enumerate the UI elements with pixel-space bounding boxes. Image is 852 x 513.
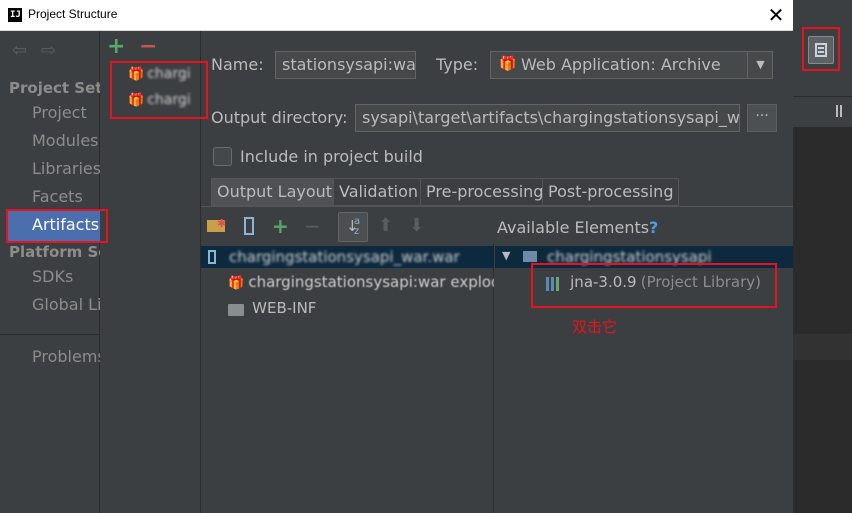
tree-root-label: chargingstationsysapi_war.war [229, 248, 460, 266]
back-arrow-icon[interactable]: ⇦ [12, 40, 27, 61]
create-directory-icon[interactable]: ✱ [207, 217, 227, 233]
annotation-box-library [531, 263, 777, 308]
nav-item-global-libraries[interactable]: Global Li [32, 295, 100, 314]
tab-validation[interactable]: Validation [333, 178, 425, 206]
window-titlebar [0, 0, 793, 31]
name-label: Name: [211, 55, 264, 74]
chevron-down-icon[interactable]: ▼ [747, 51, 773, 79]
nav-item-project[interactable]: Project [32, 103, 100, 122]
window-title: Project Structure [28, 7, 118, 21]
nav-item-modules[interactable]: Modules [32, 131, 100, 150]
annotation-box-toolbar-icon [802, 27, 840, 71]
nav-item-problems[interactable]: Problems [32, 347, 100, 366]
intellij-logo-icon: IJ [8, 8, 22, 22]
nav-item-libraries[interactable]: Libraries [32, 159, 100, 178]
output-directory-field[interactable]: sysapi\target\artifacts\chargingstations… [355, 104, 740, 132]
move-up-icon[interactable]: ⬆ [378, 215, 393, 236]
include-in-build-label: Include in project build [240, 147, 423, 166]
annotation-box-artifacts-nav [6, 209, 108, 243]
tab-pre-processing[interactable]: Pre-processing [420, 178, 550, 206]
sort-elements-icon[interactable]: ↓ az [338, 212, 368, 242]
archive-icon [208, 250, 216, 264]
output-directory-label: Output directory: [211, 108, 348, 127]
tree-item-exploded-label: chargingstationsysapi:war exploded [248, 273, 494, 291]
tab-post-processing[interactable]: Post-processing [542, 178, 680, 206]
name-field[interactable]: stationsysapi:war [275, 51, 416, 79]
nav-item-facets[interactable]: Facets [32, 187, 100, 206]
background-editor-highlight [793, 334, 852, 360]
move-down-icon[interactable]: ⬇ [409, 215, 424, 236]
forward-arrow-icon[interactable]: ⇨ [41, 40, 56, 61]
nav-item-sdks[interactable]: SDKs [32, 267, 100, 286]
expand-arrow-icon: ▼ [502, 249, 511, 262]
include-in-build-checkbox[interactable] [213, 147, 232, 166]
add-archive-icon[interactable] [242, 217, 256, 235]
available-elements-header: Available Elements [497, 218, 650, 237]
nav-section-platform-settings: Platform Se [9, 243, 100, 261]
add-copy-of-icon[interactable]: + [272, 214, 289, 238]
close-button[interactable]: ✕ [762, 3, 790, 27]
remove-element-icon[interactable]: − [304, 214, 321, 238]
tree-root-row[interactable]: chargingstationsysapi_war.war [201, 246, 494, 268]
help-icon[interactable]: ? [649, 218, 658, 237]
folder-icon [228, 303, 244, 316]
nav-section-project-settings: Project Set [9, 79, 100, 97]
background-editor-tab [793, 97, 852, 127]
nav-divider [0, 334, 100, 335]
tree-item-web-inf[interactable]: WEB-INF [228, 299, 316, 321]
background-editor [793, 97, 852, 513]
annotation-text: 双击它 [572, 318, 618, 336]
annotation-box-artifacts-list [110, 61, 208, 119]
browse-button[interactable]: ··· [747, 104, 777, 132]
module-icon [523, 251, 537, 262]
remove-artifact-button[interactable]: − [139, 34, 157, 59]
type-dropdown-value: Web Application: Archive [521, 55, 721, 74]
gift-icon: 🎁 [499, 56, 517, 72]
type-label: Type: [436, 55, 479, 74]
add-artifact-button[interactable]: + [107, 34, 125, 59]
tab-output-layout[interactable]: Output Layout [211, 178, 339, 206]
gift-icon: 🎁 [228, 276, 245, 291]
type-dropdown[interactable]: 🎁 Web Application: Archive [490, 51, 773, 79]
tree-item-exploded[interactable]: 🎁 chargingstationsysapi:war exploded [228, 273, 494, 295]
tree-item-web-inf-label: WEB-INF [252, 299, 317, 317]
